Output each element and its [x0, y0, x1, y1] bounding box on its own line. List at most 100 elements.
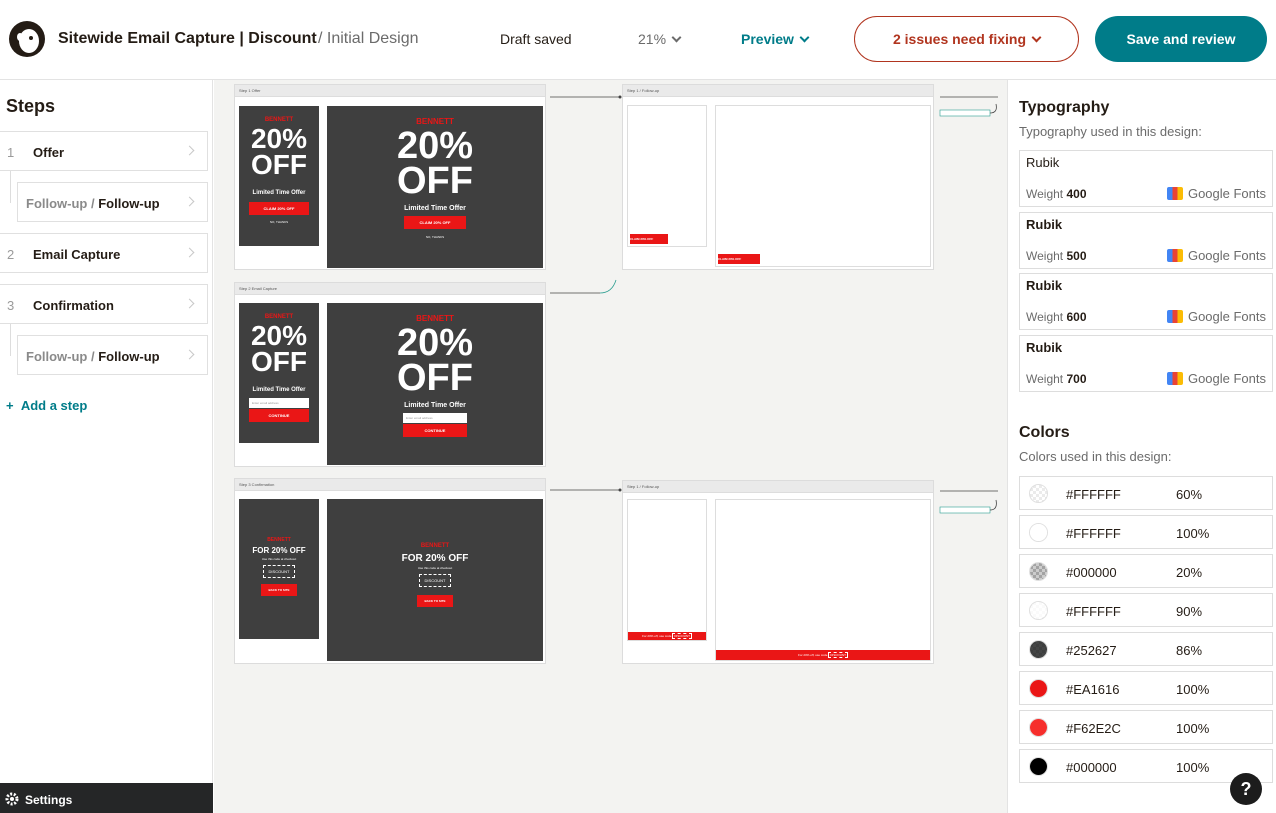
claim-button[interactable]: CLAIM 20% OFF: [718, 254, 760, 264]
font-name: Rubik: [1026, 340, 1063, 355]
color-card: #FFFFFF 90%: [1019, 593, 1273, 627]
campaign-title: Sitewide Email Capture | Discount: [58, 30, 317, 47]
typography-heading: Typography: [1019, 99, 1110, 116]
google-fonts-icon: [1166, 249, 1183, 262]
back-to-site-button[interactable]: BACK TO SITE: [261, 584, 297, 596]
discount-bar: For 20% off, use code DISCOUNT: [716, 650, 930, 660]
claim-button[interactable]: CLAIM 20% OFF: [630, 234, 668, 244]
color-opacity: 60%: [1176, 487, 1203, 502]
off-text: OFF: [251, 148, 307, 180]
design-details-panel: Typography Typography used in this desig…: [1007, 80, 1276, 813]
color-hex: #252627: [1066, 643, 1117, 658]
step-label: Follow-up: [98, 349, 160, 364]
continue-button[interactable]: CONTINUE: [403, 423, 467, 437]
color-card: #FFFFFF 60%: [1019, 476, 1273, 510]
chevron-down-icon: [1031, 32, 1042, 43]
settings-button[interactable]: Settings: [0, 783, 213, 813]
color-card: #252627 86%: [1019, 632, 1273, 666]
mobile-preview[interactable]: BENNETT 20% OFF Limited Time Offer Enter…: [239, 303, 319, 443]
color-opacity: 100%: [1176, 760, 1210, 775]
step-connector: [10, 171, 11, 203]
preview-label: Preview: [741, 31, 794, 47]
font-weight: Weight 500: [1026, 249, 1087, 263]
font-name: Rubik: [1026, 217, 1063, 232]
off-text: OFF: [397, 159, 473, 202]
claim-button[interactable]: CLAIM 20% OFF: [404, 215, 466, 229]
off-text: OFF: [397, 356, 473, 399]
follow-up-prefix: Follow-up /: [26, 349, 95, 364]
step-frame-header: Step 1 / Follow-up: [623, 85, 933, 97]
font-source: Google Fonts: [1187, 186, 1266, 201]
chevron-right-icon: [184, 298, 195, 309]
weight-label: Weight: [1026, 187, 1064, 201]
font-card: Rubik Weight 600 Google Fonts: [1019, 273, 1273, 330]
font-card: Rubik Weight 400 Google Fonts: [1019, 150, 1273, 207]
email-input[interactable]: Enter email address: [403, 412, 467, 423]
limited-offer-text: Limited Time Offer: [404, 204, 466, 212]
google-fonts-badge: Google Fonts: [1166, 185, 1266, 201]
follow-up-prefix: Follow-up /: [26, 196, 95, 211]
chevron-right-icon: [184, 145, 195, 156]
preview-dropdown[interactable]: Preview: [741, 31, 810, 47]
font-card: Rubik Weight 500 Google Fonts: [1019, 212, 1273, 269]
desktop-preview[interactable]: BENNETT 20% OFF Limited Time Offer Enter…: [327, 303, 543, 465]
color-swatch: [1029, 484, 1048, 503]
help-button[interactable]: ?: [1230, 773, 1262, 805]
no-thanks-link[interactable]: NO, THANKS: [327, 235, 543, 239]
weight-value: 400: [1066, 187, 1087, 201]
weight-label: Weight: [1026, 310, 1064, 324]
step-frame-confirmation[interactable]: Step 3 Confirmation BENNETT FOR 20% OFF …: [234, 478, 546, 664]
design-canvas[interactable]: Step 1 Offer BENNETT 20% OFF Limited Tim…: [214, 80, 1007, 813]
follow-up-frame[interactable]: Step 1 / Follow-up For 20% off, use code…: [622, 480, 934, 664]
follow-up-desktop-preview[interactable]: CLAIM 20% OFF: [715, 105, 931, 267]
zoom-dropdown[interactable]: 21%: [638, 31, 682, 47]
discount-text: 20%: [396, 322, 474, 364]
follow-up-mobile-preview[interactable]: CLAIM 20% OFF: [627, 105, 707, 247]
desktop-preview[interactable]: BENNETT 20% OFF Limited Time Offer CLAIM…: [327, 106, 543, 268]
follow-up-mobile-preview[interactable]: For 20% off, use code DISCOUNT: [627, 499, 707, 641]
color-opacity: 100%: [1176, 721, 1210, 736]
follow-up-frame[interactable]: Step 1 / Follow-up CLAIM 20% OFF CLAIM 2…: [622, 84, 934, 270]
limited-offer-text: Limited Time Offer: [404, 401, 466, 409]
back-to-site-button[interactable]: BACK TO SITE: [417, 595, 453, 607]
claim-button[interactable]: CLAIM 20% OFF: [249, 201, 309, 215]
chevron-right-icon: [184, 196, 195, 207]
color-opacity: 100%: [1176, 682, 1210, 697]
add-step-button[interactable]: + Add a step: [6, 398, 87, 413]
step-offer[interactable]: 1 Offer: [0, 131, 208, 171]
brand-text: BENNETT: [267, 537, 291, 543]
top-bar: Sitewide Email Capture | Discount / Init…: [0, 0, 1276, 80]
colors-subtitle: Colors used in this design:: [1019, 449, 1172, 464]
color-hex: #F62E2C: [1066, 721, 1121, 736]
no-thanks-link[interactable]: NO, THANKS: [239, 220, 319, 224]
font-weight: Weight 400: [1026, 187, 1087, 201]
font-card: Rubik Weight 700 Google Fonts: [1019, 335, 1273, 392]
continue-button[interactable]: CONTINUE: [249, 408, 309, 422]
step-offer-follow-up[interactable]: Follow-up / Follow-up: [17, 182, 208, 222]
color-card: #000000 20%: [1019, 554, 1273, 588]
color-hex: #FFFFFF: [1066, 487, 1121, 502]
step-confirmation-follow-up[interactable]: Follow-up / Follow-up: [17, 335, 208, 375]
mobile-preview[interactable]: BENNETT 20% OFF Limited Time Offer CLAIM…: [239, 106, 319, 246]
step-frame-offer[interactable]: Step 1 Offer BENNETT 20% OFF Limited Tim…: [234, 84, 546, 270]
plus-icon: +: [6, 398, 14, 413]
email-input[interactable]: Enter email address: [249, 397, 309, 408]
issues-button[interactable]: 2 issues need fixing: [854, 16, 1079, 62]
save-and-review-button[interactable]: Save and review: [1095, 16, 1267, 62]
discount-code: DISCOUNT: [672, 633, 692, 639]
desktop-preview[interactable]: BENNETT FOR 20% OFF Use this code at che…: [327, 499, 543, 661]
step-frame-email-capture[interactable]: Step 2 Email Capture BENNETT 20% OFF Lim…: [234, 282, 546, 467]
draft-status: Draft saved: [500, 31, 572, 47]
weight-value: 500: [1066, 249, 1087, 263]
follow-up-desktop-preview[interactable]: For 20% off, use code DISCOUNT: [715, 499, 931, 661]
color-swatch: [1029, 562, 1048, 581]
weight-value: 700: [1066, 372, 1087, 386]
color-hex: #FFFFFF: [1066, 526, 1121, 541]
step-email-capture[interactable]: 2 Email Capture: [0, 233, 208, 273]
steps-heading: Steps: [6, 96, 56, 116]
colors-heading: Colors: [1019, 424, 1070, 441]
discount-code: DISCOUNT: [828, 652, 848, 658]
mobile-preview[interactable]: BENNETT FOR 20% OFF Use this code at che…: [239, 499, 319, 639]
font-source: Google Fonts: [1187, 371, 1266, 386]
step-confirmation[interactable]: 3 Confirmation: [0, 284, 208, 324]
